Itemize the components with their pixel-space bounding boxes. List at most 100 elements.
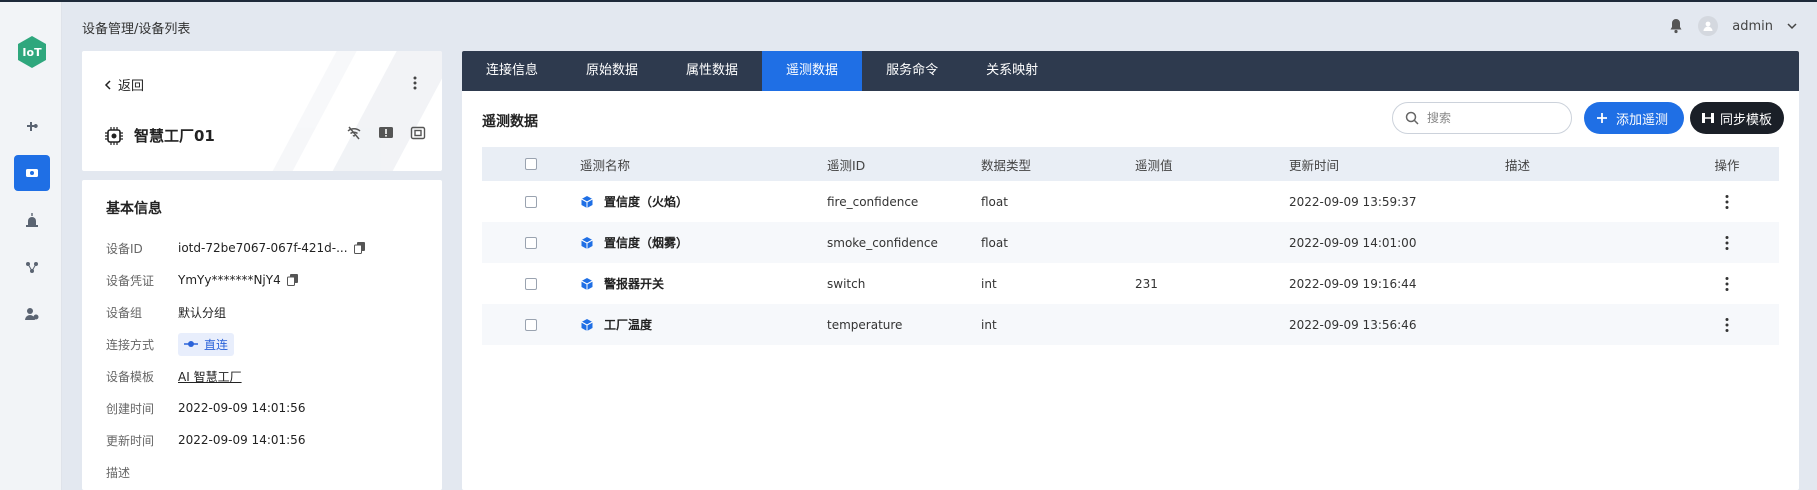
info-key: 设备模板 <box>106 369 155 384</box>
top-border <box>0 0 1817 2</box>
tab-relations[interactable]: 关系映射 <box>962 51 1062 91</box>
info-row-group: 设备组 默认分组 <box>106 296 418 328</box>
info-key: 描述 <box>106 465 131 480</box>
user-name[interactable]: admin <box>1732 19 1773 34</box>
network-icon[interactable] <box>14 249 50 285</box>
info-row-device-id: 设备ID iotd-72be7067-067f-421d-... <box>106 232 418 264</box>
table-row[interactable]: 工厂温度 temperature int 2022-09-09 13:56:46 <box>482 304 1779 345</box>
info-title: 基本信息 <box>106 201 162 217</box>
more-vertical-icon[interactable] <box>408 75 422 91</box>
alarm-icon[interactable] <box>14 202 50 238</box>
info-key: 设备组 <box>106 305 143 320</box>
row-checkbox[interactable] <box>525 277 537 290</box>
telemetry-id: smoke_confidence <box>827 235 938 250</box>
created-value: 2022-09-09 14:01:56 <box>178 401 306 415</box>
back-label: 返回 <box>118 79 145 94</box>
group-value: 默认分组 <box>178 305 227 320</box>
device-icon[interactable] <box>14 155 50 191</box>
decorative-background <box>272 51 442 171</box>
chip-icon <box>105 126 123 145</box>
telemetry-type: float <box>981 235 1008 250</box>
template-link[interactable]: AI 智慧工厂 <box>178 368 242 385</box>
search-icon <box>1405 111 1419 125</box>
info-row-credential: 设备凭证 YmYy*******NjY4 <box>106 264 418 296</box>
telemetry-table: 遥测名称 遥测ID 数据类型 遥测值 更新时间 描述 操作 置信度（火焰） fi… <box>482 147 1779 345</box>
telemetry-type: int <box>981 276 997 291</box>
avatar[interactable] <box>1698 16 1719 36</box>
chevron-left-icon <box>104 79 111 90</box>
row-checkbox[interactable] <box>525 236 537 249</box>
sync-icon <box>1702 113 1714 123</box>
info-row-updated: 更新时间 2022-09-09 14:01:56 <box>106 424 418 456</box>
header-time: 更新时间 <box>1289 157 1340 173</box>
settings-icon[interactable] <box>14 296 50 332</box>
tab-raw-data[interactable]: 原始数据 <box>562 51 662 91</box>
table-row[interactable]: 警报器开关 switch int 231 2022-09-09 19:16:44 <box>482 263 1779 304</box>
device-name: 智慧工厂01 <box>134 127 215 145</box>
plugin-icon[interactable] <box>14 108 50 144</box>
search-box[interactable] <box>1392 102 1572 134</box>
sync-template-button[interactable]: 同步模板 <box>1690 102 1785 134</box>
breadcrumb: 设备管理/设备列表 <box>82 22 191 37</box>
device-title: 智慧工厂01 <box>104 125 215 146</box>
header-name: 遥测名称 <box>580 157 631 173</box>
basic-info-card: 基本信息 设备ID iotd-72be7067-067f-421d-... 设备… <box>82 180 442 490</box>
back-button[interactable]: 返回 <box>104 75 144 94</box>
tab-telemetry[interactable]: 遥测数据 <box>762 51 863 91</box>
direct-link-icon <box>184 341 198 347</box>
info-row-connection: 连接方式 直连 <box>106 328 418 360</box>
header-actions: admin <box>1668 16 1797 36</box>
cube-icon <box>581 236 593 249</box>
telemetry-type: float <box>981 194 1008 209</box>
copy-icon[interactable] <box>353 242 366 254</box>
tab-connection[interactable]: 连接信息 <box>462 51 562 91</box>
bell-icon[interactable] <box>1668 18 1684 34</box>
info-row-template: 设备模板 AI 智慧工厂 <box>106 360 418 392</box>
cube-icon <box>581 277 593 290</box>
telemetry-name: 警报器开关 <box>604 277 665 291</box>
info-key: 创建时间 <box>106 401 155 416</box>
info-row-created: 创建时间 2022-09-09 14:01:56 <box>106 392 418 424</box>
toolbar: 遥测数据 添加遥测 同步模板 <box>462 91 1799 147</box>
telemetry-time: 2022-09-09 13:56:46 <box>1289 317 1417 332</box>
plus-icon <box>1597 113 1607 123</box>
telemetry-id: switch <box>827 276 866 291</box>
more-vertical-icon[interactable] <box>1725 276 1729 292</box>
telemetry-name: 置信度（烟雾） <box>604 236 689 250</box>
alert-icon[interactable] <box>376 123 396 143</box>
chevron-down-icon[interactable] <box>1787 21 1797 31</box>
header-value: 遥测值 <box>1135 157 1173 173</box>
header-desc: 描述 <box>1505 157 1531 173</box>
chip-settings-icon[interactable] <box>408 123 428 143</box>
telemetry-id: fire_confidence <box>827 194 919 209</box>
updated-value: 2022-09-09 14:01:56 <box>178 433 306 447</box>
more-vertical-icon[interactable] <box>1725 317 1729 333</box>
table-row[interactable]: 置信度（火焰） fire_confidence float 2022-09-09… <box>482 181 1779 222</box>
telemetry-id: temperature <box>827 317 903 332</box>
tab-attributes[interactable]: 属性数据 <box>662 51 762 91</box>
copy-icon[interactable] <box>286 274 299 286</box>
connection-tag: 直连 <box>178 332 235 356</box>
row-checkbox[interactable] <box>525 318 537 331</box>
more-vertical-icon[interactable] <box>1725 235 1729 251</box>
row-checkbox[interactable] <box>525 195 537 208</box>
select-all-checkbox[interactable] <box>525 158 537 170</box>
search-input[interactable] <box>1427 111 1547 125</box>
device-actions <box>344 123 428 143</box>
info-key: 连接方式 <box>106 337 155 352</box>
device-id-value: iotd-72be7067-067f-421d-... <box>178 241 348 255</box>
header-type: 数据类型 <box>981 157 1032 173</box>
cube-icon <box>581 195 593 208</box>
add-telemetry-button[interactable]: 添加遥测 <box>1584 102 1685 134</box>
more-vertical-icon[interactable] <box>1725 194 1729 210</box>
cube-icon <box>581 318 593 331</box>
telemetry-name: 工厂温度 <box>604 318 653 332</box>
tab-commands[interactable]: 服务命令 <box>862 51 962 91</box>
wifi-off-icon[interactable] <box>344 123 364 143</box>
device-card: 返回 智慧工厂01 <box>82 51 442 171</box>
table-row[interactable]: 置信度（烟雾） smoke_confidence float 2022-09-0… <box>482 222 1779 263</box>
tab-bar: 连接信息 原始数据 属性数据 遥测数据 服务命令 关系映射 <box>462 51 1799 91</box>
main-panel: 连接信息 原始数据 属性数据 遥测数据 服务命令 关系映射 遥测数据 添加遥测 … <box>462 51 1799 490</box>
telemetry-time: 2022-09-09 19:16:44 <box>1289 276 1417 291</box>
sync-template-label: 同步模板 <box>1720 112 1773 128</box>
